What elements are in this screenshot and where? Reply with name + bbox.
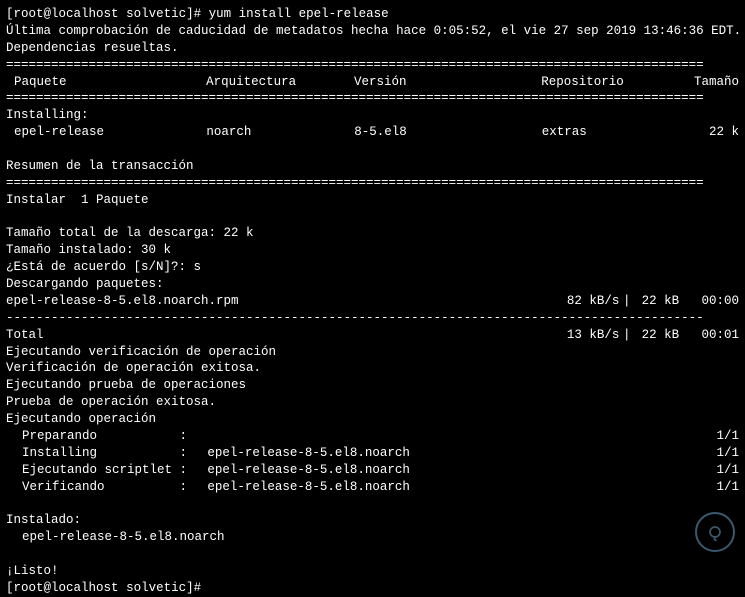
installed-pkg: epel-release-8-5.el8.noarch: [6, 529, 739, 546]
installing-label: Installing:: [6, 107, 739, 124]
installed-size: Tamaño instalado: 30 k: [6, 242, 739, 259]
blank: [6, 495, 739, 512]
total-row: Total 13 kB/s | 22 kB 00:01: [6, 327, 739, 344]
divider-dash: ----------------------------------------…: [6, 310, 739, 327]
summary-title: Resumen de la transacción: [6, 158, 739, 175]
operation-row: Installing : epel-release-8-5.el8.noarch…: [6, 445, 739, 462]
confirm-prompt[interactable]: ¿Está de acuerdo [s/N]?: s: [6, 259, 739, 276]
cell-size: 22 k: [695, 124, 739, 141]
command-input[interactable]: yum install epel-release: [209, 7, 389, 21]
verify-ok: Verificación de operación exitosa.: [6, 360, 739, 377]
metadata-line: Última comprobación de caducidad de meta…: [6, 23, 739, 40]
cell-ver: 8-5.el8: [354, 124, 541, 141]
divider-top: ========================================…: [6, 57, 739, 74]
test-ok: Prueba de operación exitosa.: [6, 394, 739, 411]
operation-row: Verificando : epel-release-8-5.el8.noarc…: [6, 479, 739, 496]
prompt-line-2[interactable]: [root@localhost solvetic]#: [6, 580, 739, 597]
table-row: epel-release noarch 8-5.el8 extras 22 k: [6, 124, 739, 141]
operation-row: Preparando : 1/1: [6, 428, 739, 445]
blank: [6, 209, 739, 226]
divider-summary: ========================================…: [6, 175, 739, 192]
run-op: Ejecutando operación: [6, 411, 739, 428]
blank: [6, 141, 739, 158]
download-row: epel-release-8-5.el8.noarch.rpm 82 kB/s …: [6, 293, 739, 310]
installed-header: Instalado:: [6, 512, 739, 529]
col-repo: Repositorio: [541, 74, 694, 91]
prompt-line-1: [root@localhost solvetic]# yum install e…: [6, 6, 739, 23]
divider-header: ========================================…: [6, 90, 739, 107]
install-count: Instalar 1 Paquete: [6, 192, 739, 209]
col-version: Versión: [354, 74, 541, 91]
col-package: Paquete: [6, 74, 206, 91]
watermark-icon: [695, 512, 735, 552]
cell-pkg: epel-release: [6, 124, 206, 141]
operation-row: Ejecutando scriptlet : epel-release-8-5.…: [6, 462, 739, 479]
downloading-label: Descargando paquetes:: [6, 276, 739, 293]
deps-line: Dependencias resueltas.: [6, 40, 739, 57]
col-arch: Arquitectura: [206, 74, 354, 91]
cell-repo: extras: [542, 124, 695, 141]
test-run: Ejecutando prueba de operaciones: [6, 377, 739, 394]
done-label: ¡Listo!: [6, 563, 739, 580]
cell-arch: noarch: [206, 124, 354, 141]
verify-run: Ejecutando verificación de operación: [6, 344, 739, 361]
total-download: Tamaño total de la descarga: 22 k: [6, 225, 739, 242]
col-size: Tamaño: [694, 74, 739, 91]
table-header: Paquete Arquitectura Versión Repositorio…: [6, 74, 739, 91]
blank: [6, 546, 739, 563]
